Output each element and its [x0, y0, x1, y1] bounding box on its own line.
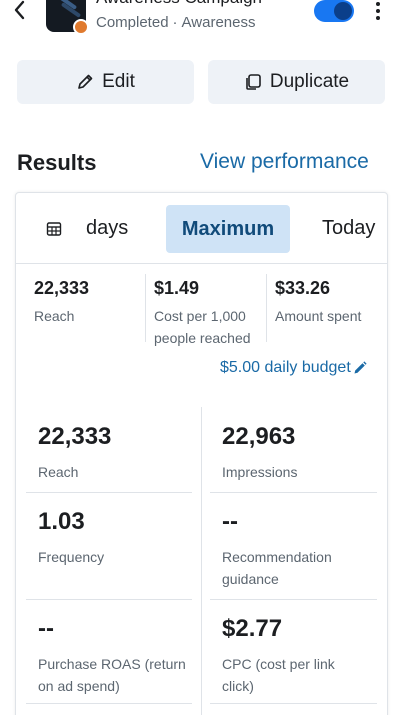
- metric-impressions: 22,963 Impressions: [222, 423, 377, 483]
- campaign-objective: Awareness: [181, 14, 256, 31]
- grid-divider-vertical: [201, 407, 202, 715]
- pencil-icon: [78, 74, 93, 89]
- daily-budget-text: $5.00 daily budget: [220, 359, 351, 376]
- metric-recommendation-guidance: -- Recommendation guidance: [222, 508, 357, 590]
- duplicate-button[interactable]: Duplicate: [208, 60, 385, 104]
- grid-divider: [26, 492, 192, 493]
- campaign-toggle[interactable]: [314, 0, 354, 22]
- metric-value: --: [38, 615, 54, 642]
- metric-value: 22,963: [222, 423, 296, 450]
- summary-label: Reach: [34, 308, 75, 324]
- summary-divider: [266, 274, 267, 342]
- tab-days-label: days: [86, 217, 129, 239]
- campaign-header: Awareness Campaign Completed·Awareness: [0, 0, 402, 48]
- grid-divider: [26, 703, 192, 704]
- campaign-subtitle: Completed · Awareness: [96, 14, 255, 31]
- summary-value: $1.49: [154, 278, 200, 298]
- metric-label: Purchase ROAS (return on ad spend): [38, 656, 186, 694]
- metric-purchase-roas: -- Purchase ROAS (return on ad spend): [38, 615, 188, 697]
- tab-today[interactable]: Today: [322, 217, 375, 240]
- summary-row: 22,333 Reach $1.49 Cost per 1,000 people…: [16, 264, 387, 348]
- duplicate-icon: [246, 74, 261, 90]
- duplicate-label: Duplicate: [269, 71, 350, 92]
- campaign-thumbnail[interactable]: [46, 0, 89, 35]
- summary-value: $33.26: [275, 278, 331, 298]
- daily-budget-link[interactable]: $5.00 daily budget: [220, 359, 367, 377]
- subtitle-separator: ·: [172, 14, 178, 31]
- metric-label: CPC (cost per link click): [222, 656, 335, 694]
- metric-value: --: [222, 508, 238, 535]
- metric-reach: 22,333 Reach: [38, 423, 188, 483]
- edit-label: Edit: [102, 71, 135, 92]
- summary-label: Amount spent: [275, 308, 362, 324]
- more-options-icon[interactable]: [372, 0, 384, 22]
- summary-label: Cost per 1,000 people reached: [154, 308, 251, 346]
- metric-value: 22,333: [38, 423, 112, 450]
- summary-reach: 22,333 Reach: [34, 278, 144, 327]
- summary-amount-spent: $33.26 Amount spent: [275, 278, 383, 327]
- metric-label: Reach: [38, 464, 79, 480]
- toggle-knob: [334, 2, 352, 20]
- metric-value: 1.03: [38, 508, 85, 535]
- edit-pencil-icon: [354, 361, 367, 374]
- status-dot-icon: [73, 19, 89, 35]
- results-heading: Results: [17, 150, 97, 175]
- metric-value: $2.77: [222, 615, 283, 642]
- edit-button[interactable]: Edit: [17, 60, 194, 104]
- summary-value: 22,333: [34, 278, 90, 298]
- results-card: days Maximum Today 22,333 Reach $1.49 Co…: [15, 192, 388, 715]
- summary-cpm: $1.49 Cost per 1,000 people reached: [154, 278, 262, 349]
- metric-cpc: $2.77 CPC (cost per link click): [222, 615, 362, 697]
- campaign-details-screen: Awareness Campaign Completed·Awareness E…: [0, 0, 402, 715]
- campaign-title: Awareness Campaign: [96, 0, 262, 8]
- grid-divider: [210, 599, 377, 600]
- calendar-icon: [46, 221, 62, 236]
- back-arrow-icon[interactable]: [14, 0, 26, 25]
- grid-divider: [210, 492, 377, 493]
- metric-label: Impressions: [222, 464, 298, 480]
- tab-maximum[interactable]: Maximum: [166, 205, 290, 253]
- metric-label: Recommendation guidance: [222, 549, 332, 587]
- tab-days[interactable]: days: [46, 217, 128, 240]
- campaign-status: Completed: [96, 14, 169, 31]
- grid-divider: [26, 599, 192, 600]
- grid-divider: [210, 703, 377, 704]
- metric-label: Frequency: [38, 549, 105, 565]
- metric-frequency: 1.03 Frequency: [38, 508, 188, 568]
- summary-divider: [145, 274, 146, 342]
- view-performance-link[interactable]: View performance: [200, 150, 369, 174]
- date-range-tabs: days Maximum Today: [16, 193, 387, 264]
